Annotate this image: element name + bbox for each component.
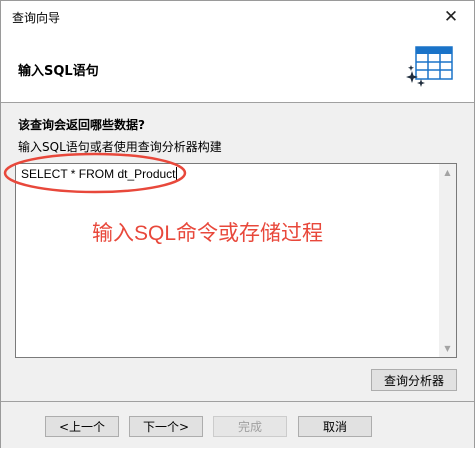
footer-divider — [1, 401, 474, 402]
query-analyzer-button[interactable]: 查询分析器 — [371, 369, 457, 391]
cancel-button[interactable]: 取消 — [298, 416, 372, 437]
window-title: 查询向导 — [12, 11, 61, 25]
table-wizard-icon — [406, 46, 453, 87]
scroll-up-icon[interactable]: ▲ — [439, 164, 456, 181]
query-wizard-dialog: 查询向导 ✕ 输入SQL语句 该查询会返回哪些数据? 输入SQL语句或者使用查询… — [0, 0, 475, 450]
vertical-scrollbar[interactable]: ▲ ▼ — [439, 164, 456, 357]
finish-button[interactable]: 完成 — [213, 416, 287, 437]
page-title: 输入SQL语句 — [18, 64, 99, 79]
prev-button[interactable]: <上一个 — [45, 416, 119, 437]
section-heading: 该查询会返回哪些数据? — [18, 118, 145, 132]
title-bar: 查询向导 ✕ — [1, 1, 474, 32]
annotation-text: 输入SQL命令或存储过程 — [92, 222, 324, 245]
close-icon: ✕ — [443, 6, 459, 27]
scroll-down-icon[interactable]: ▼ — [439, 340, 456, 357]
close-button[interactable]: ✕ — [428, 1, 474, 32]
wizard-header: 输入SQL语句 — [1, 32, 474, 103]
next-button[interactable]: 下一个> — [129, 416, 203, 437]
annotation-ellipse — [3, 152, 187, 194]
